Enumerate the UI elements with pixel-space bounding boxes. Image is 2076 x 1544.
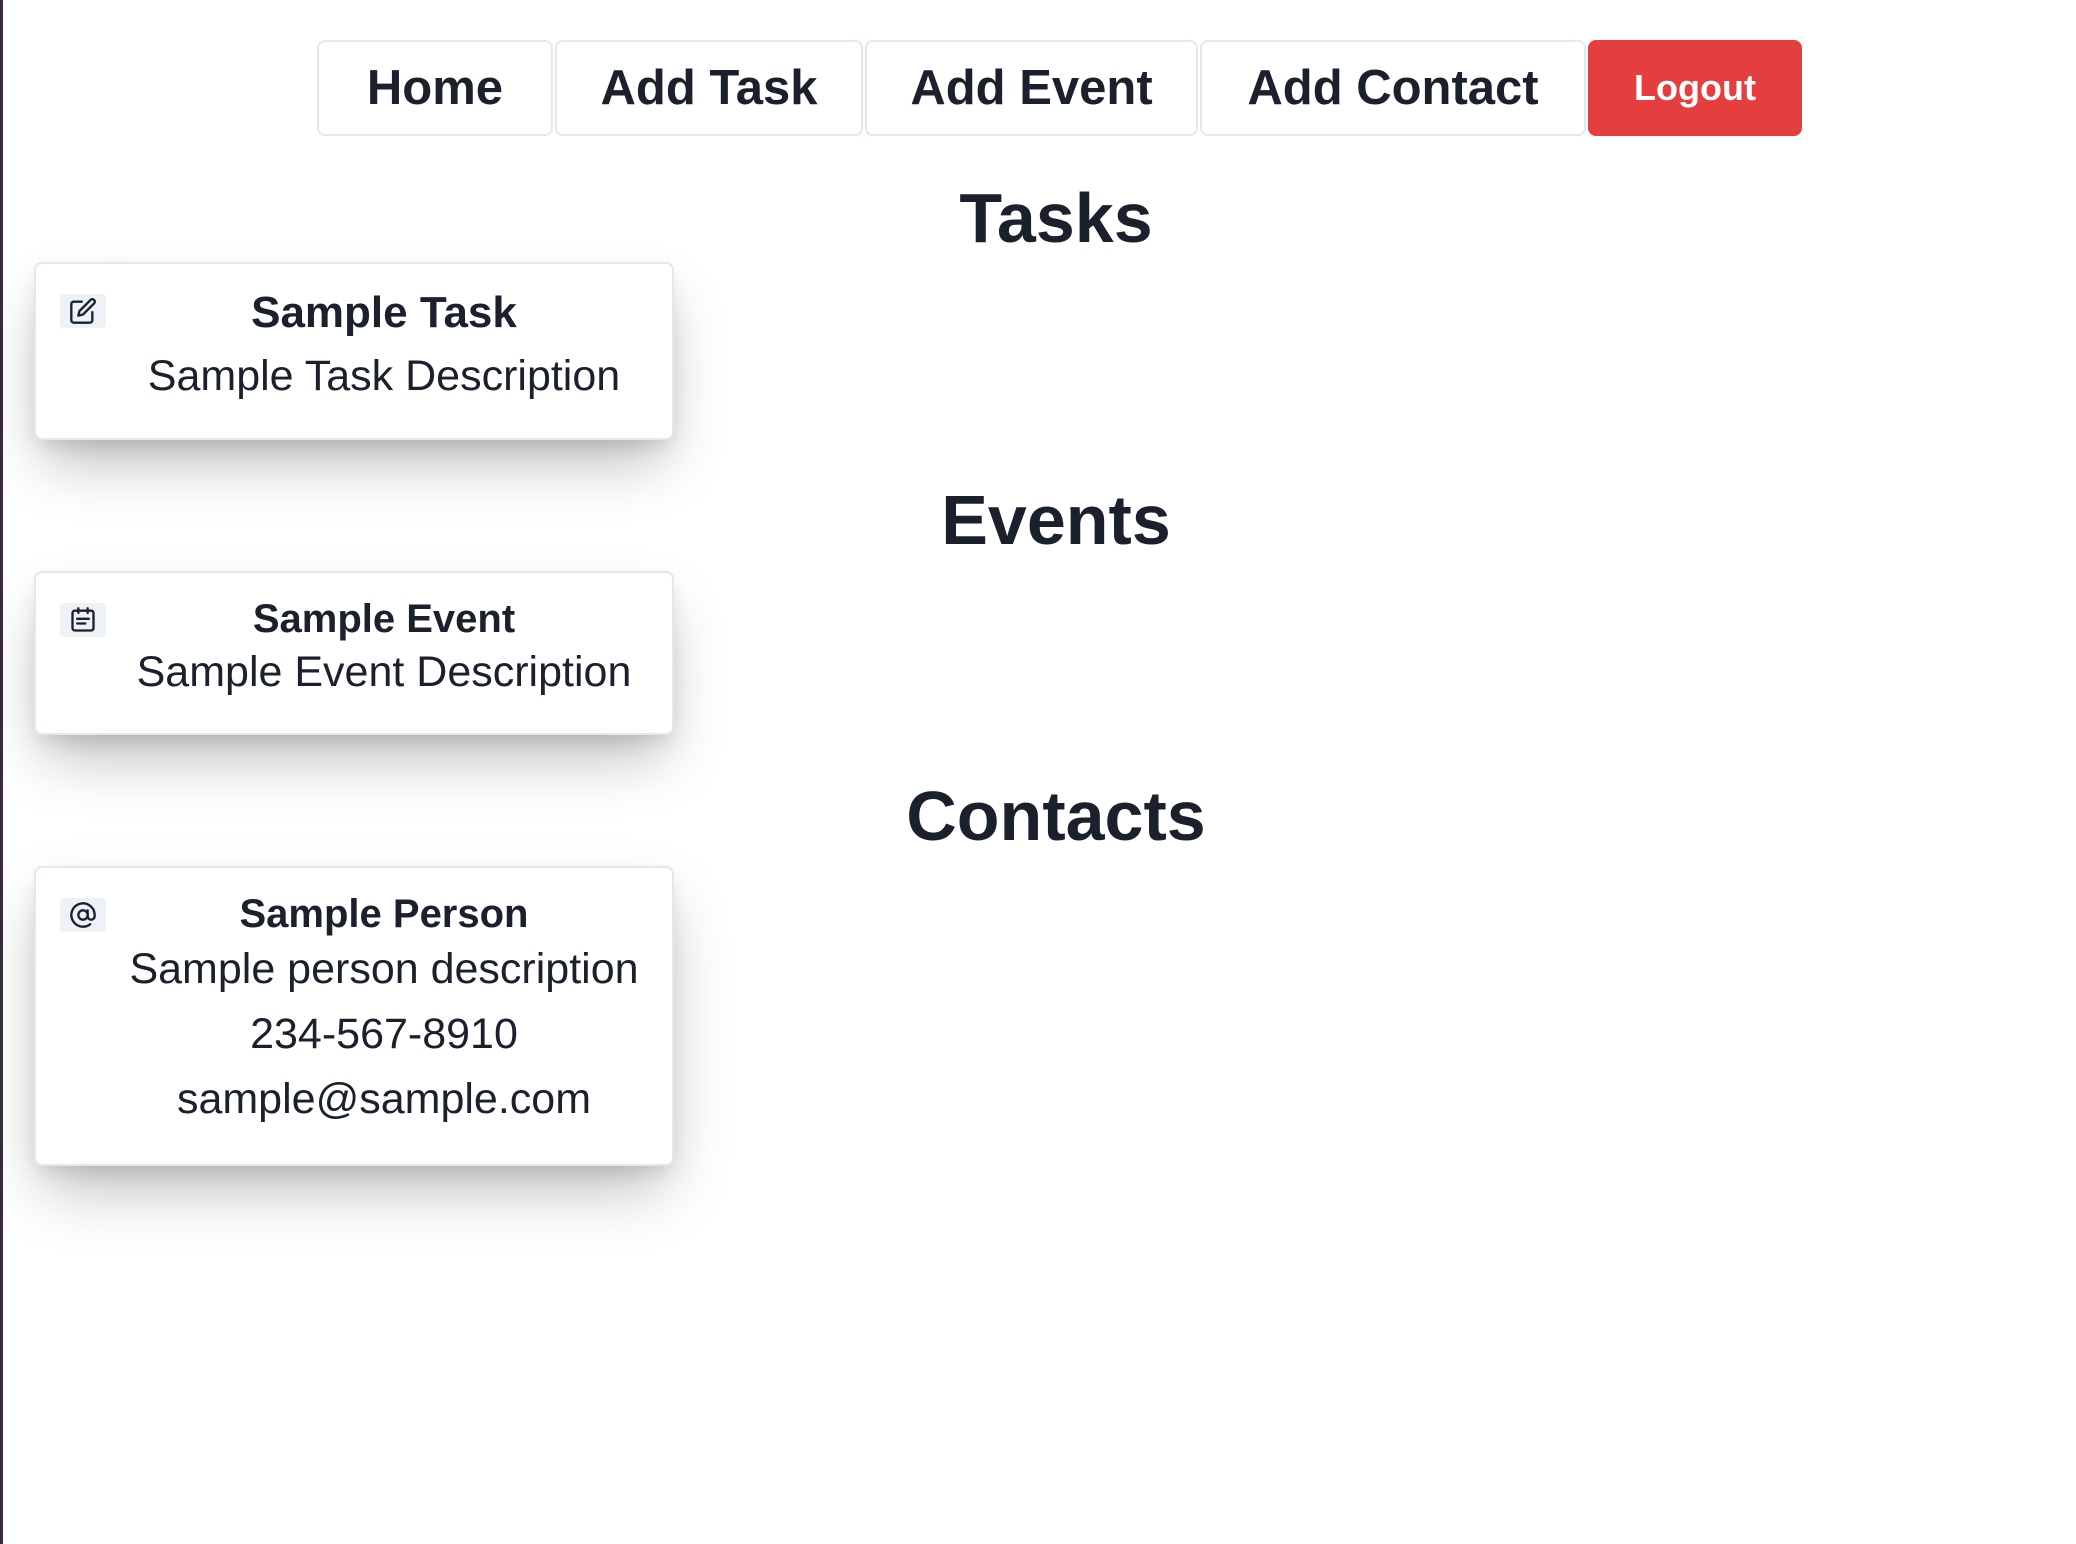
event-card[interactable]: Sample Event Sample Event Description [34, 571, 674, 735]
at-sign-icon[interactable] [60, 898, 106, 932]
add-contact-button[interactable]: Add Contact [1200, 40, 1586, 136]
contact-name: Sample Person [239, 892, 529, 936]
contact-description: Sample person description [129, 945, 639, 993]
task-card[interactable]: Sample Task Sample Task Description [34, 262, 674, 440]
home-button[interactable]: Home [317, 40, 553, 136]
calendar-icon[interactable] [60, 603, 106, 637]
task-title: Sample Task [251, 288, 517, 337]
add-event-button[interactable]: Add Event [865, 40, 1198, 136]
events-heading: Events [941, 481, 1171, 559]
edit-icon[interactable] [60, 294, 106, 328]
contact-phone: 234-567-8910 [250, 1010, 518, 1058]
event-description: Sample Event Description [136, 648, 632, 696]
contact-card[interactable]: Sample Person Sample person description … [34, 866, 674, 1166]
tasks-heading: Tasks [959, 179, 1153, 257]
event-title: Sample Event [252, 597, 516, 641]
add-task-button[interactable]: Add Task [555, 40, 863, 136]
contact-email: sample@sample.com [176, 1075, 592, 1123]
contacts-heading: Contacts [906, 777, 1206, 855]
top-nav: Home Add Task Add Event Add Contact Logo… [317, 40, 1802, 136]
task-description: Sample Task Description [147, 352, 621, 400]
logout-button[interactable]: Logout [1588, 40, 1802, 136]
